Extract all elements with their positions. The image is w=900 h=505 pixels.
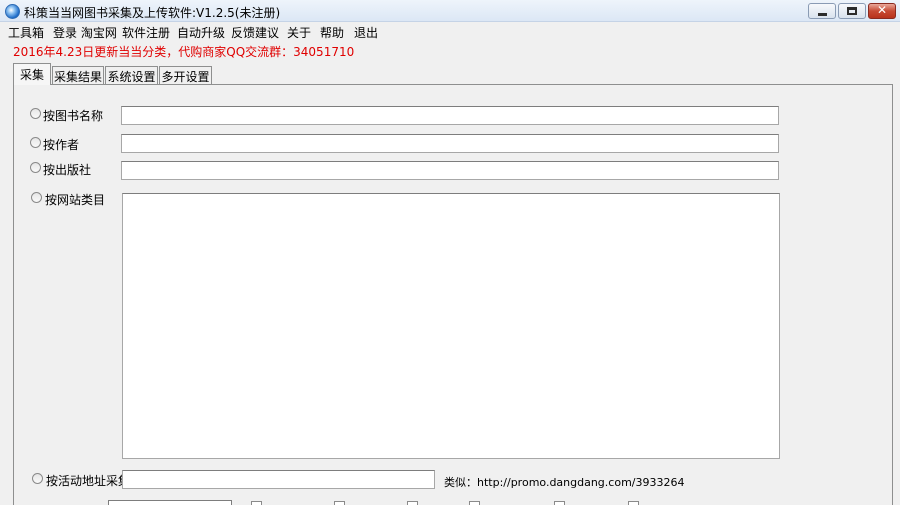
maximize-icon: [847, 7, 857, 15]
tab-multi-instance[interactable]: 多开设置: [159, 66, 212, 84]
collect-mode-select[interactable]: [108, 500, 232, 505]
maximize-button[interactable]: [838, 3, 866, 19]
minimize-icon: [818, 13, 827, 16]
tab-collect-results[interactable]: 采集结果: [52, 66, 104, 84]
menu-toolbox[interactable]: 工具箱: [8, 24, 44, 41]
author-input[interactable]: [121, 134, 779, 153]
label-by-book-name: 按图书名称: [43, 109, 104, 123]
label-by-author: 按作者: [43, 138, 80, 152]
option-checkbox-6[interactable]: [628, 501, 639, 505]
menu-exit[interactable]: 退出: [354, 24, 378, 41]
menu-feedback[interactable]: 反馈建议: [231, 24, 279, 41]
menu-help[interactable]: 帮助: [320, 24, 344, 41]
label-by-activity-url: 按活动地址采集: [46, 474, 131, 488]
menu-auto-update[interactable]: 自动升级: [177, 24, 225, 41]
category-tree-box[interactable]: [122, 193, 780, 459]
options-row-cut-off: [0, 500, 900, 505]
option-checkbox-1[interactable]: [251, 501, 262, 505]
tab-system-settings[interactable]: 系统设置: [105, 66, 158, 84]
label-by-publisher: 按出版社: [43, 163, 92, 177]
tab-collect[interactable]: 采集: [13, 63, 51, 85]
menu-bar: 工具箱 登录 淘宝网 软件注册 自动升级 反馈建议 关于 帮助 退出: [0, 22, 900, 40]
option-checkbox-2[interactable]: [334, 501, 345, 505]
radio-by-author[interactable]: [30, 137, 41, 148]
close-icon: ✕: [876, 3, 888, 17]
close-button[interactable]: ✕: [868, 3, 896, 19]
book-name-input[interactable]: [121, 106, 779, 125]
app-logo-icon: [5, 4, 20, 19]
option-checkbox-4[interactable]: [469, 501, 480, 505]
activity-url-example: 类似：http://promo.dangdang.com/3933264: [444, 476, 685, 489]
radio-by-publisher[interactable]: [30, 162, 41, 173]
publisher-input[interactable]: [121, 161, 779, 180]
activity-url-input[interactable]: [122, 470, 435, 489]
menu-about[interactable]: 关于: [287, 24, 311, 41]
window-title: 科策当当网图书采集及上传软件:V1.2.5(未注册): [24, 6, 281, 20]
option-checkbox-5[interactable]: [554, 501, 565, 505]
menu-register[interactable]: 软件注册: [122, 24, 170, 41]
minimize-button[interactable]: [808, 3, 836, 19]
label-by-category: 按网站类目: [45, 193, 106, 207]
title-bar: 科策当当网图书采集及上传软件:V1.2.5(未注册) ✕: [0, 0, 900, 22]
radio-by-category[interactable]: [31, 192, 42, 203]
option-checkbox-3[interactable]: [407, 501, 418, 505]
radio-by-activity-url[interactable]: [32, 473, 43, 484]
update-notice: 2016年4.23日更新当当分类，代购商家QQ交流群：34051710: [13, 45, 355, 59]
radio-by-book-name[interactable]: [30, 108, 41, 119]
menu-login-taobao[interactable]: 登录 淘宝网: [53, 24, 117, 41]
